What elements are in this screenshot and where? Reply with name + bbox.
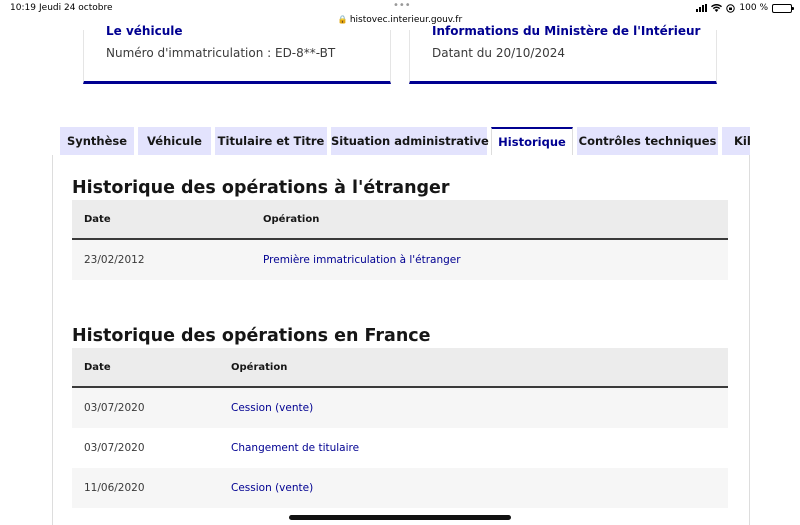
tab-situation-administrative[interactable]: Situation administrative [331, 127, 489, 155]
column-header-date: Date [84, 214, 111, 225]
row-operation[interactable]: Première immatriculation à l'étranger [263, 240, 461, 280]
wifi-icon [711, 4, 723, 12]
foreign-history-title: Historique des opérations à l'étranger [72, 178, 450, 198]
tab-historique[interactable]: Historique [491, 127, 573, 155]
status-indicators: 100 % [696, 3, 794, 13]
row-date: 03/07/2020 [84, 442, 145, 454]
tab-bar: Synthèse Véhicule Titulaire et Titre Sit… [60, 127, 750, 155]
column-header-date: Date [84, 362, 111, 373]
cellular-signal-icon [696, 4, 708, 12]
tab-kilometrage[interactable]: Kilo [722, 127, 750, 155]
home-indicator[interactable] [289, 515, 511, 520]
table-header: Date Opération [72, 200, 728, 240]
row-operation[interactable]: Cession (vente) [231, 388, 313, 428]
multitasking-dots-icon[interactable]: ••• [393, 0, 411, 11]
tab-titulaire[interactable]: Titulaire et Titre [215, 127, 327, 155]
france-history-title: Historique des opérations en France [72, 326, 431, 346]
row-date: 11/06/2020 [84, 482, 145, 494]
vehicle-card-title: Le véhicule [106, 24, 183, 38]
battery-icon [772, 3, 794, 13]
tab-controles-techniques[interactable]: Contrôles techniques [577, 127, 718, 155]
battery-percent: 100 % [739, 3, 768, 13]
ministry-date: Datant du 20/10/2024 [432, 46, 565, 60]
orientation-lock-icon [726, 3, 736, 13]
row-date: 03/07/2020 [84, 402, 145, 414]
row-operation[interactable]: Changement de titulaire [231, 428, 359, 468]
column-header-operation: Opération [231, 362, 288, 373]
status-date: Jeudi 24 octobre [39, 3, 113, 13]
column-header-operation: Opération [263, 214, 320, 225]
table-row: 03/07/2020 Changement de titulaire [72, 428, 728, 468]
status-time: 10:19 [10, 3, 36, 13]
table-row: 23/02/2012 Première immatriculation à l'… [72, 240, 728, 280]
ministry-card: Informations du Ministère de l'Intérieur… [409, 24, 717, 84]
ministry-card-title: Informations du Ministère de l'Intérieur [432, 24, 701, 38]
table-row: 11/06/2020 Cession (vente) [72, 468, 728, 508]
table-row: 03/07/2020 Cession (vente) [72, 388, 728, 428]
tab-synthese[interactable]: Synthèse [60, 127, 134, 155]
table-header: Date Opération [72, 348, 728, 388]
row-operation[interactable]: Cession (vente) [231, 468, 313, 508]
tab-vehicule[interactable]: Véhicule [138, 127, 211, 155]
lock-icon: 🔒 [337, 15, 348, 24]
vehicle-card: Le véhicule Numéro d'immatriculation : E… [83, 24, 391, 84]
registration-number: Numéro d'immatriculation : ED-8**-BT [106, 46, 336, 60]
france-history-table: Date Opération 03/07/2020 Cession (vente… [72, 348, 728, 508]
foreign-history-table: Date Opération 23/02/2012 Première immat… [72, 200, 728, 280]
row-date: 23/02/2012 [84, 254, 145, 266]
